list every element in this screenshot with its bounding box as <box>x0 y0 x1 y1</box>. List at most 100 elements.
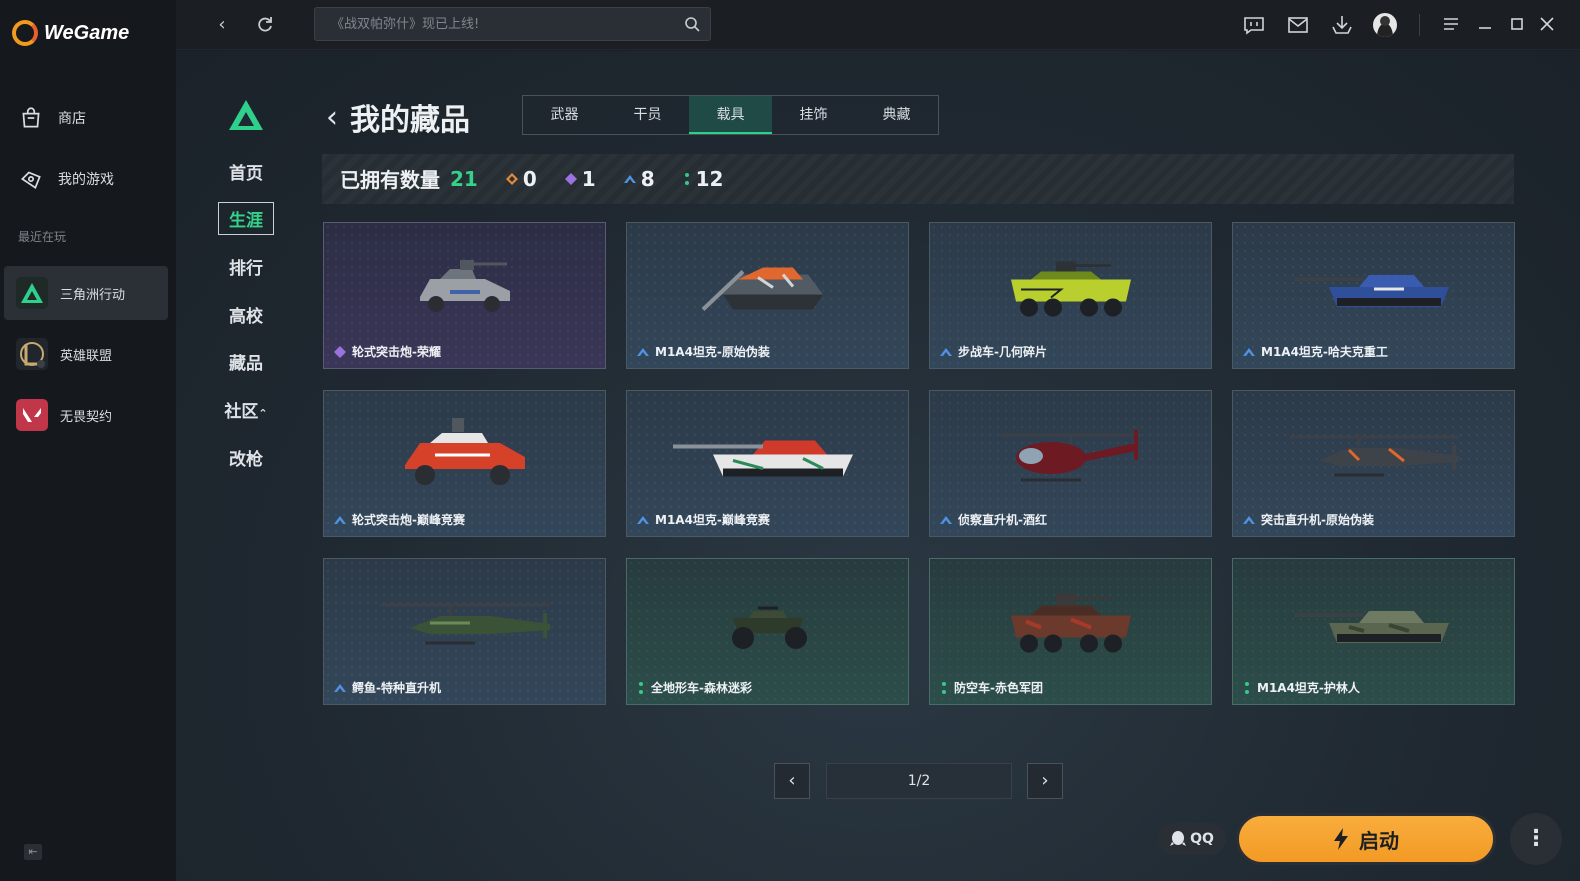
vehicle-name: M1A4坦克-原始伪装 <box>655 345 770 359</box>
prev-page-button[interactable]: ‹ <box>774 763 810 799</box>
user-avatar[interactable] <box>1373 13 1397 37</box>
back-chevron-icon[interactable]: ‹ <box>326 100 338 135</box>
ifv-yellow-image <box>1010 261 1131 317</box>
vehicle-name: 侦察直升机-酒红 <box>958 513 1047 527</box>
tab-weapons[interactable]: 武器 <box>523 96 606 134</box>
sidebar-game-label: 三角洲行动 <box>60 287 126 303</box>
tab-charms[interactable]: 挂饰 <box>772 96 855 134</box>
sidebar-item-store[interactable]: 商店 <box>0 93 176 143</box>
vehicle-card[interactable]: 突击直升机-原始伪装 <box>1232 390 1515 537</box>
launch-label: 启动 <box>1359 828 1399 853</box>
maximize-icon[interactable] <box>1506 13 1528 35</box>
recent-played-label: 最近在玩 <box>18 230 67 244</box>
tab-vehicles[interactable]: 载具 <box>689 96 772 134</box>
delta-force-icon <box>16 277 48 309</box>
attack-heli-image <box>1288 435 1459 477</box>
main-content: 首页 生涯 排行 高校 藏品 社区⌃ 改枪 ‹ 我的藏品 武器 干员 载具 挂饰… <box>176 51 1580 881</box>
vehicle-card[interactable]: 步战车-几何碎片 <box>929 222 1212 369</box>
vehicle-card[interactable]: 全地形车-森林迷彩 <box>626 558 909 705</box>
vehicle-name: 突击直升机-原始伪装 <box>1261 513 1374 527</box>
search-bar[interactable] <box>314 7 711 41</box>
sidebar-item-my-games[interactable]: 我的游戏 <box>0 154 176 204</box>
game-nav-ranking[interactable]: 排行 <box>218 254 274 279</box>
rarity-count-orange: 0 <box>505 166 537 191</box>
page-header: ‹ 我的藏品 <box>326 95 470 139</box>
minimize-icon[interactable] <box>1474 13 1496 35</box>
back-arrow-icon[interactable]: ‹ <box>210 13 234 37</box>
dots-green-icon <box>639 681 643 694</box>
next-page-button[interactable]: › <box>1027 763 1063 799</box>
chat-icon[interactable] <box>1242 13 1266 37</box>
vehicle-name: 鳄鱼-特种直升机 <box>352 681 441 695</box>
chevron-blue-icon <box>334 683 346 692</box>
sidebar-game-delta-force[interactable]: 三角洲行动 <box>4 266 168 320</box>
sidebar-item-label: 商店 <box>58 111 86 127</box>
sidebar-game-label: 无畏契约 <box>60 409 113 425</box>
tank-red-image <box>672 440 853 477</box>
vehicle-name: 轮式突击炮-巅峰竞赛 <box>352 513 465 527</box>
chevron-blue-icon <box>334 515 346 524</box>
collapse-sidebar-icon[interactable]: ⇤ <box>24 844 42 860</box>
search-input[interactable] <box>315 8 710 40</box>
launch-button[interactable]: 启动 <box>1236 813 1496 865</box>
refresh-icon[interactable] <box>253 13 277 37</box>
vehicle-card[interactable]: 防空车-赤色军团 <box>929 558 1212 705</box>
more-options-icon[interactable]: ⋮ <box>1510 813 1562 865</box>
game-nav-college[interactable]: 高校 <box>218 302 274 327</box>
vehicle-card[interactable]: 轮式突击炮-荣耀 <box>323 222 606 369</box>
tank-orange-image <box>701 267 823 311</box>
chevron-blue-icon <box>637 347 649 356</box>
tab-operators[interactable]: 干员 <box>606 96 689 134</box>
vehicle-card[interactable]: M1A4坦克-巅峰竞赛 <box>626 390 909 537</box>
download-icon[interactable] <box>1330 13 1354 37</box>
vehicle-card[interactable]: 侦察直升机-酒红 <box>929 390 1212 537</box>
game-nav-career[interactable]: 生涯 <box>218 202 274 235</box>
dots-green-icon <box>942 681 946 694</box>
vehicle-name: 防空车-赤色军团 <box>954 681 1043 695</box>
category-tabs: 武器 干员 载具 挂饰 典藏 <box>522 95 939 135</box>
mail-icon[interactable] <box>1286 13 1310 37</box>
rarity-count-blue: 8 <box>623 167 655 191</box>
tab-collector[interactable]: 典藏 <box>855 96 938 134</box>
game-nav-collection[interactable]: 藏品 <box>218 349 274 374</box>
page-title: 我的藏品 <box>350 103 470 138</box>
search-icon[interactable] <box>684 16 700 32</box>
dots-green-icon <box>1245 681 1249 694</box>
sidebar-game-lol[interactable]: 英雄联盟 <box>4 327 168 381</box>
qq-label: QQ <box>1190 831 1214 847</box>
atv-image <box>731 606 807 649</box>
vehicle-card[interactable]: 轮式突击炮-巅峰竞赛 <box>323 390 606 537</box>
dots-green-icon <box>684 172 689 185</box>
game-nav-home[interactable]: 首页 <box>218 159 274 184</box>
top-bar: ‹ <box>176 0 1580 50</box>
sidebar-game-valorant[interactable]: 无畏契约 <box>4 388 168 442</box>
ifv-camo-image <box>1010 593 1131 653</box>
vehicle-name: 全地形车-森林迷彩 <box>651 681 752 695</box>
armored-car-red-image <box>404 417 525 485</box>
valorant-icon <box>16 399 48 431</box>
left-sidebar: WeGame 商店 我的游戏 最近在玩 三角洲行动 英雄联盟 无畏契约 ⇤ <box>0 0 176 881</box>
close-icon[interactable] <box>1536 13 1558 35</box>
rarity-count-value: 12 <box>695 166 724 191</box>
attack-heli-green-image <box>379 603 550 645</box>
qq-login-button[interactable]: QQ <box>1158 823 1226 855</box>
vehicle-card[interactable]: M1A4坦克-护林人 <box>1232 558 1515 705</box>
vehicle-card[interactable]: 鳄鱼-特种直升机 <box>323 558 606 705</box>
tank-blue-image <box>1293 274 1449 307</box>
vehicle-name: M1A4坦克-护林人 <box>1257 681 1360 695</box>
chevron-blue-icon <box>940 515 952 524</box>
page-indicator: 1/2 <box>826 763 1012 799</box>
vehicle-card[interactable]: M1A4坦克-原始伪装 <box>626 222 909 369</box>
vehicle-card[interactable]: M1A4坦克-哈夫克重工 <box>1232 222 1515 369</box>
game-nav-community[interactable]: 社区⌃ <box>218 397 274 422</box>
menu-icon[interactable] <box>1440 13 1462 35</box>
chevron-blue-icon <box>940 347 952 356</box>
game-nav-gunsmith[interactable]: 改枪 <box>218 445 274 470</box>
rarity-count-value: 0 <box>522 166 537 191</box>
rarity-count-green: 12 <box>683 166 724 191</box>
wegame-logo[interactable]: WeGame <box>12 20 129 46</box>
diamond-purple-icon <box>334 345 346 358</box>
chevron-blue-icon <box>1243 347 1255 356</box>
scout-heli-image <box>1000 429 1141 482</box>
league-of-legends-icon <box>16 338 48 370</box>
